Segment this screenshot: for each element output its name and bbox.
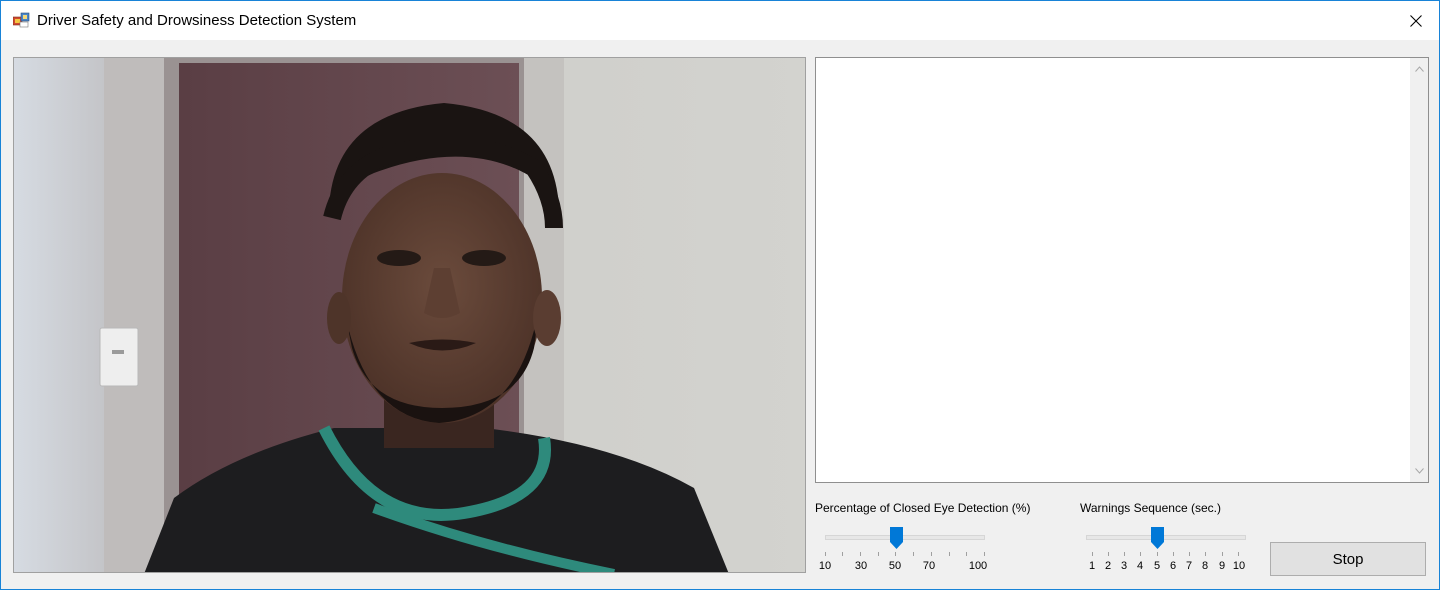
close-button[interactable] xyxy=(1393,1,1439,40)
warnings-slider-label: Warnings Sequence (sec.) xyxy=(1080,501,1221,515)
closed-eye-tick-label: 100 xyxy=(968,560,988,572)
scroll-down-arrow-icon[interactable] xyxy=(1410,462,1428,480)
warnings-tick-label: 10 xyxy=(1232,560,1246,572)
window-title: Driver Safety and Drowsiness Detection S… xyxy=(37,12,357,29)
detection-log-textbox[interactable] xyxy=(815,57,1429,483)
warnings-tick-label: 2 xyxy=(1104,560,1112,572)
close-icon xyxy=(1410,14,1422,27)
closed-eye-tick-label: 50 xyxy=(888,560,902,572)
warnings-tick-label: 1 xyxy=(1088,560,1096,572)
closed-eye-slider-label: Percentage of Closed Eye Detection (%) xyxy=(815,501,1031,515)
warnings-tick-label: 7 xyxy=(1185,560,1193,572)
warnings-slider-thumb[interactable] xyxy=(1151,527,1164,549)
warnings-tick-label: 4 xyxy=(1136,560,1144,572)
warnings-tick-label: 8 xyxy=(1201,560,1209,572)
closed-eye-slider-track[interactable] xyxy=(825,535,985,540)
warnings-tick-label: 6 xyxy=(1169,560,1177,572)
warnings-tick-label: 3 xyxy=(1120,560,1128,572)
app-window: Driver Safety and Drowsiness Detection S… xyxy=(0,0,1440,590)
camera-feed xyxy=(13,57,806,573)
camera-image xyxy=(14,58,805,572)
stop-button[interactable]: Stop xyxy=(1270,542,1426,576)
warnings-slider-ticks xyxy=(1092,552,1242,560)
title-bar: Driver Safety and Drowsiness Detection S… xyxy=(1,1,1439,40)
closed-eye-tick-label: 30 xyxy=(854,560,868,572)
closed-eye-slider-thumb[interactable] xyxy=(890,527,903,549)
warnings-slider-track[interactable] xyxy=(1086,535,1246,540)
log-scrollbar[interactable] xyxy=(1410,58,1428,482)
warnings-tick-label: 9 xyxy=(1218,560,1226,572)
scroll-up-arrow-icon[interactable] xyxy=(1410,60,1428,78)
closed-eye-tick-label: 10 xyxy=(818,560,832,572)
warnings-tick-label: 5 xyxy=(1153,560,1161,572)
closed-eye-tick-label: 70 xyxy=(922,560,936,572)
closed-eye-slider-ticks xyxy=(825,552,985,560)
app-icon xyxy=(13,12,30,28)
